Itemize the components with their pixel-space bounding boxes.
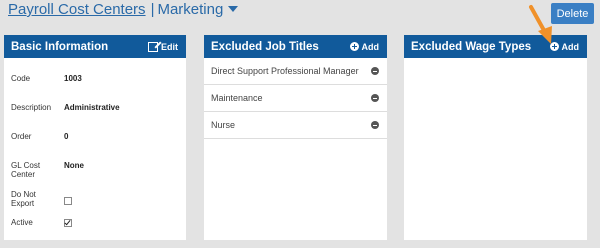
panel-title: Excluded Job Titles bbox=[211, 40, 319, 53]
field-label: Code bbox=[11, 74, 31, 83]
excluded-job-titles-panel: Excluded Job Titles Add Direct Support P… bbox=[204, 35, 387, 240]
field-active: Active bbox=[11, 218, 72, 227]
add-label: Add bbox=[361, 41, 380, 52]
remove-icon[interactable] bbox=[371, 94, 379, 102]
field-code: Code 1003 bbox=[11, 74, 82, 83]
basic-information-header: Basic Information Edit bbox=[4, 35, 186, 58]
panel-title: Basic Information bbox=[11, 40, 109, 53]
edit-label: Edit bbox=[161, 41, 178, 52]
excluded-job-titles-header: Excluded Job Titles Add bbox=[204, 35, 387, 58]
field-order: Order 0 bbox=[11, 132, 68, 141]
basic-information-panel: Basic Information Edit Code 1003 Descrip… bbox=[4, 35, 186, 240]
field-description: Description Administrative bbox=[11, 103, 120, 112]
list-item[interactable]: Nurse bbox=[204, 112, 387, 139]
do-not-export-checkbox[interactable] bbox=[64, 197, 72, 205]
field-label: GL Cost Center bbox=[11, 161, 41, 179]
list-item[interactable]: Direct Support Professional Manager bbox=[204, 58, 387, 85]
edit-icon bbox=[148, 41, 158, 52]
breadcrumb: Payroll Cost Centers | Marketing bbox=[8, 1, 239, 18]
field-label: Description bbox=[11, 103, 52, 112]
annotation-arrow-icon bbox=[529, 5, 552, 44]
excluded-wage-types-header: Excluded Wage Types Add bbox=[404, 35, 587, 58]
add-label: Add bbox=[561, 41, 580, 52]
breadcrumb-parent-link[interactable]: Payroll Cost Centers bbox=[8, 1, 146, 18]
field-value: 1003 bbox=[64, 74, 82, 83]
field-label: Active bbox=[11, 218, 33, 227]
field-label: Do Not Export bbox=[11, 190, 36, 208]
job-title-label: Direct Support Professional Manager bbox=[211, 66, 359, 76]
edit-button[interactable]: Edit bbox=[148, 41, 178, 52]
add-job-title-button[interactable]: Add bbox=[349, 41, 380, 52]
active-checkbox[interactable] bbox=[64, 219, 72, 227]
caret-down-icon[interactable] bbox=[228, 6, 239, 12]
delete-button[interactable]: Delete bbox=[551, 3, 594, 24]
breadcrumb-separator: | bbox=[150, 1, 155, 18]
cost-center-name: Marketing bbox=[157, 1, 224, 18]
list-item[interactable]: Maintenance bbox=[204, 85, 387, 112]
field-value: 0 bbox=[64, 132, 69, 141]
plus-circle-icon bbox=[349, 42, 359, 51]
field-gl-cost-center: GL Cost Center None bbox=[11, 161, 84, 179]
job-title-label: Maintenance bbox=[211, 93, 263, 103]
field-value: Administrative bbox=[64, 103, 120, 112]
cost-center-selector[interactable]: Marketing bbox=[157, 1, 239, 18]
field-value: None bbox=[64, 161, 84, 170]
excluded-wage-types-panel: Excluded Wage Types Add bbox=[404, 35, 587, 240]
field-do-not-export: Do Not Export bbox=[11, 190, 72, 208]
remove-icon[interactable] bbox=[371, 67, 379, 75]
job-title-label: Nurse bbox=[211, 120, 236, 130]
remove-icon[interactable] bbox=[371, 121, 379, 129]
panel-title: Excluded Wage Types bbox=[411, 40, 532, 53]
field-label: Order bbox=[11, 132, 32, 141]
